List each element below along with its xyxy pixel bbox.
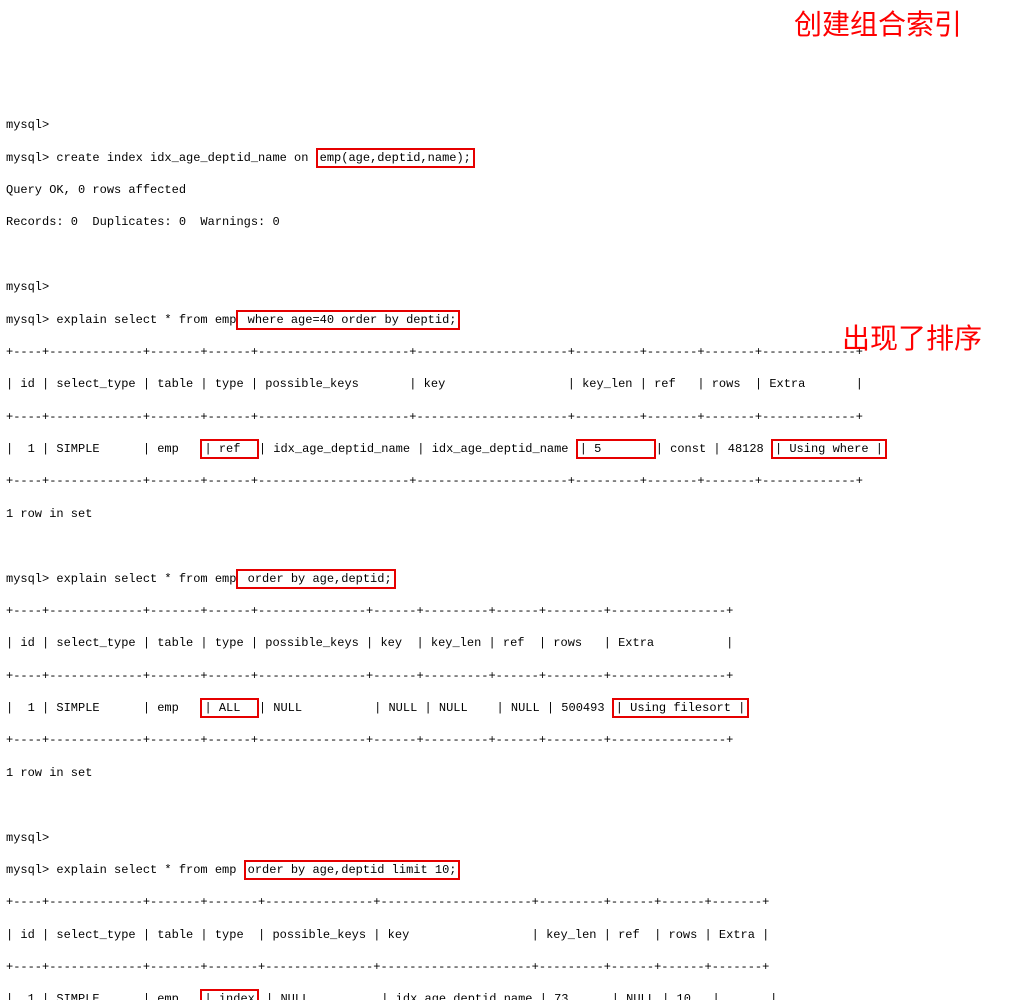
cell: | NULL | idx_age_deptid_name | 73 | NULL… xyxy=(259,992,777,1000)
cell: | const | 48128 xyxy=(656,442,771,456)
text: mysql> create index idx_age_deptid_name … xyxy=(6,151,316,165)
highlight-type-all: | ALL xyxy=(200,698,258,718)
prompt-line: mysql> xyxy=(6,279,1010,295)
prompt-line: mysql> xyxy=(6,830,1010,846)
table3-row: | 1 | SIMPLE | emp | index | NULL | idx_… xyxy=(6,991,1010,1000)
highlight-extra-usingwhere: | Using where | xyxy=(771,439,887,459)
table3-sep: +----+-------------+-------+-------+----… xyxy=(6,959,1010,975)
highlight-type-index: | index xyxy=(200,989,258,1000)
table2-row: | 1 | SIMPLE | emp | ALL | NULL | NULL |… xyxy=(6,700,1010,716)
text: mysql> explain select * from emp xyxy=(6,863,244,877)
highlight-orderby: order by age,deptid; xyxy=(236,569,395,589)
query-ok-line: Query OK, 0 rows affected xyxy=(6,182,1010,198)
cell: | 1 | SIMPLE | emp xyxy=(6,992,200,1000)
row-in-set: 1 row in set xyxy=(6,506,1010,522)
cell: | NULL | NULL | NULL | NULL | 500493 xyxy=(259,701,612,715)
highlight-extra-filesort: | Using filesort | xyxy=(612,698,750,718)
table3-sep: +----+-------------+-------+-------+----… xyxy=(6,894,1010,910)
cell: | 1 | SIMPLE | emp xyxy=(6,701,200,715)
cell: | idx_age_deptid_name | idx_age_deptid_n… xyxy=(259,442,576,456)
table1-header: | id | select_type | table | type | poss… xyxy=(6,376,1010,392)
table1-row: | 1 | SIMPLE | emp | ref | idx_age_depti… xyxy=(6,441,1010,457)
cell: | 1 | SIMPLE | emp xyxy=(6,442,200,456)
table1-sep: +----+-------------+-------+------+-----… xyxy=(6,409,1010,425)
highlight-orderby-limit: order by age,deptid limit 10; xyxy=(244,860,461,880)
blank-line xyxy=(6,247,1010,263)
table2-sep: +----+-------------+-------+------+-----… xyxy=(6,668,1010,684)
text: mysql> explain select * from emp xyxy=(6,572,236,586)
blank-line xyxy=(6,797,1010,813)
row-in-set: 1 row in set xyxy=(6,765,1010,781)
text: mysql> explain select * from emp xyxy=(6,313,236,327)
create-index-line: mysql> create index idx_age_deptid_name … xyxy=(6,150,1010,166)
annotation-filesort: 出现了排序 xyxy=(842,320,982,358)
highlight-keylen: | 5 xyxy=(576,439,656,459)
explain-line-2: mysql> explain select * from emp order b… xyxy=(6,571,1010,587)
explain-line-3: mysql> explain select * from emp order b… xyxy=(6,862,1010,878)
table2-sep: +----+-------------+-------+------+-----… xyxy=(6,732,1010,748)
highlight-where-clause: where age=40 order by deptid; xyxy=(236,310,460,330)
table2-sep: +----+-------------+-------+------+-----… xyxy=(6,603,1010,619)
table3-header: | id | select_type | table | type | poss… xyxy=(6,927,1010,943)
prompt-line: mysql> xyxy=(6,117,1010,133)
records-line: Records: 0 Duplicates: 0 Warnings: 0 xyxy=(6,214,1010,230)
table1-sep: +----+-------------+-------+------+-----… xyxy=(6,473,1010,489)
highlight-create-target: emp(age,deptid,name); xyxy=(316,148,475,168)
table2-header: | id | select_type | table | type | poss… xyxy=(6,635,1010,651)
blank-line xyxy=(6,538,1010,554)
highlight-type-ref: | ref xyxy=(200,439,258,459)
annotation-create-index: 创建组合索引 xyxy=(794,6,962,44)
